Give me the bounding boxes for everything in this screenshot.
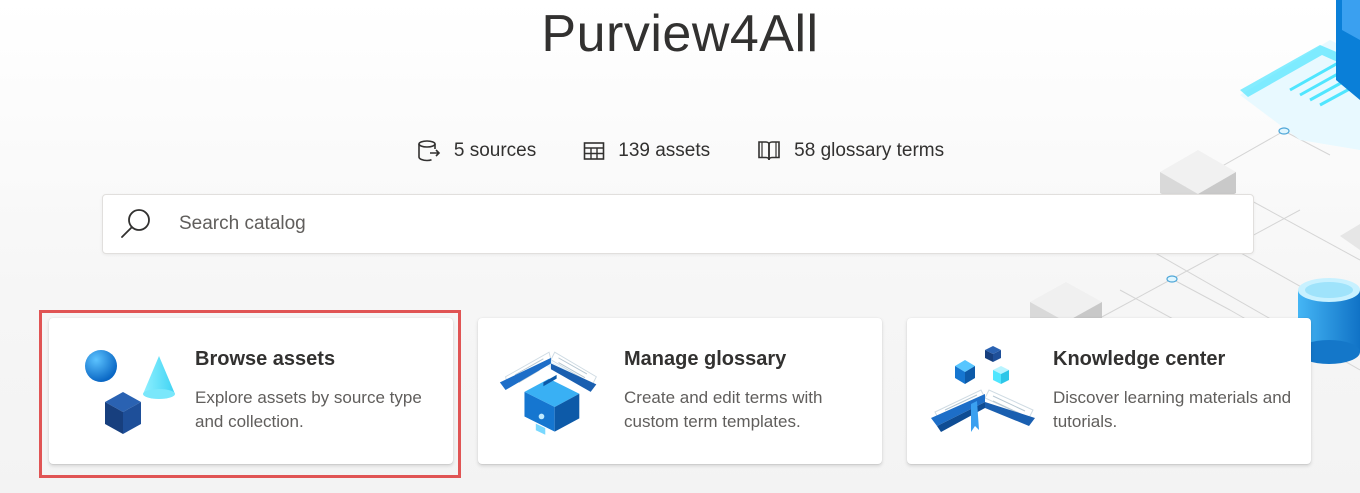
table-icon bbox=[583, 142, 605, 160]
stat-assets-label: 139 assets bbox=[618, 140, 711, 161]
data-source-icon bbox=[418, 140, 441, 162]
search-icon bbox=[121, 209, 150, 238]
stat-assets[interactable]: 139 assets bbox=[582, 138, 710, 164]
knowledge-center-title: Knowledge center bbox=[1053, 348, 1226, 370]
search-catalog-box[interactable] bbox=[102, 194, 1254, 254]
manage-glossary-card[interactable]: Manage glossary Create and edit terms wi… bbox=[478, 318, 882, 464]
knowledge-center-description: Discover learning materials and tutorial… bbox=[1053, 388, 1292, 431]
book-icon bbox=[758, 141, 780, 161]
browse-assets-title: Browse assets bbox=[195, 348, 336, 370]
shapes-icon bbox=[85, 350, 175, 434]
browse-assets-description: Explore assets by source type and collec… bbox=[195, 388, 422, 431]
stat-sources-label: 5 sources bbox=[453, 140, 537, 161]
purview-home-page: Purview4All 5 sources 139 assets 58 glos… bbox=[0, 0, 1360, 493]
manage-glossary-description: Create and edit terms with custom term t… bbox=[624, 388, 823, 431]
stat-sources[interactable]: 5 sources bbox=[416, 138, 536, 164]
catalog-stats: 5 sources 139 assets 58 glossary terms bbox=[0, 138, 1360, 164]
browse-assets-card[interactable]: Browse assets Explore assets by source t… bbox=[49, 318, 453, 464]
book-toolbox-icon bbox=[499, 351, 597, 435]
search-input[interactable] bbox=[177, 212, 1181, 236]
book-cubes-icon bbox=[931, 346, 1035, 432]
manage-glossary-title: Manage glossary bbox=[624, 348, 787, 370]
knowledge-center-card[interactable]: Knowledge center Discover learning mater… bbox=[907, 318, 1311, 464]
stat-glossary-terms[interactable]: 58 glossary terms bbox=[756, 138, 944, 164]
stat-glossary-label: 58 glossary terms bbox=[794, 140, 945, 161]
page-title: Purview4All bbox=[541, 5, 819, 63]
